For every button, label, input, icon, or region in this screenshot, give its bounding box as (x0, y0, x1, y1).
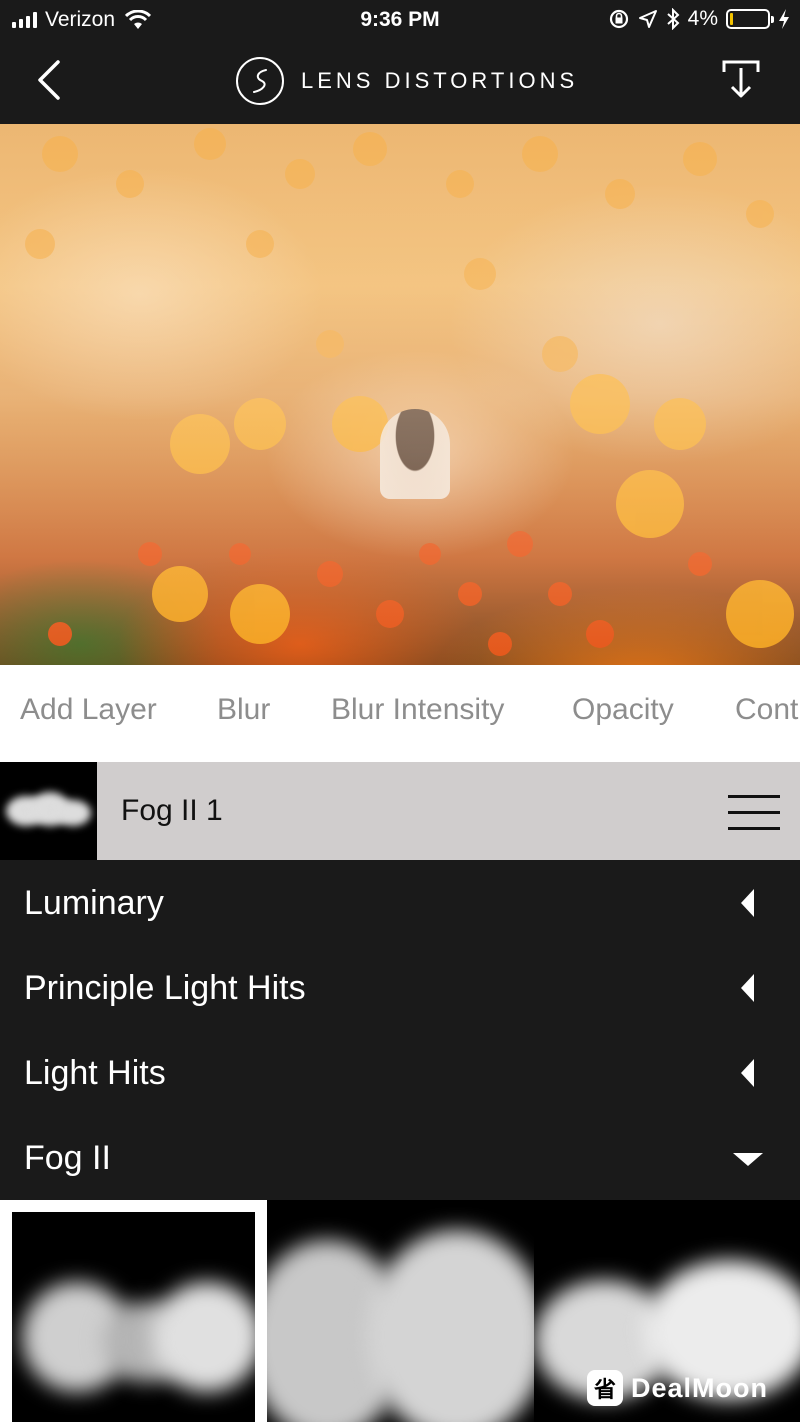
orientation-lock-icon (609, 9, 628, 29)
watermark-text: DealMoon (631, 1372, 769, 1403)
tab-opacity[interactable]: Opacity (572, 693, 674, 727)
expanded-arrow-icon (733, 1153, 763, 1166)
hamburger-menu-icon[interactable] (728, 795, 780, 831)
category-list: Luminary Principle Light Hits Light Hits… (0, 860, 800, 1200)
fog-preset-1[interactable] (0, 1200, 267, 1422)
collapsed-arrow-icon (741, 889, 754, 917)
bluetooth-icon (666, 8, 680, 30)
tab-add-layer[interactable]: Add Layer (20, 693, 157, 727)
active-layer-row[interactable]: Fog II 1 (0, 762, 800, 860)
edited-photo[interactable] (0, 124, 800, 665)
status-bar: Verizon 9:36 PM 4% (0, 0, 800, 40)
category-luminary[interactable]: Luminary (0, 860, 800, 945)
layer-name: Fog II 1 (121, 794, 223, 827)
battery-icon (726, 9, 774, 29)
layer-thumbnail (0, 762, 97, 860)
category-label: Luminary (24, 884, 164, 922)
app-title: LENS DISTORTIONS (301, 68, 579, 93)
category-light-hits[interactable]: Light Hits (0, 1030, 800, 1115)
dealmoon-logo-icon: 省 (587, 1370, 623, 1406)
fog-preset-2[interactable] (267, 1200, 534, 1422)
tab-contrast[interactable]: Cont (735, 693, 798, 727)
fog-overlay (0, 124, 800, 665)
category-label: Fog II (24, 1139, 111, 1177)
tool-tabs: Add Layer Blur Blur Intensity Opacity Co… (0, 665, 800, 762)
dealmoon-watermark: 省 DealMoon (587, 1370, 768, 1406)
location-icon (638, 10, 657, 28)
back-chevron-icon[interactable] (28, 58, 72, 102)
collapsed-arrow-icon (741, 974, 754, 1002)
category-label: Principle Light Hits (24, 969, 306, 1007)
brand: LENS DISTORTIONS (235, 56, 578, 106)
collapsed-arrow-icon (741, 1059, 754, 1087)
tab-blur-intensity[interactable]: Blur Intensity (331, 693, 504, 727)
lens-distortions-logo (236, 57, 284, 105)
category-principle-light-hits[interactable]: Principle Light Hits (0, 945, 800, 1030)
status-right: 4% (608, 7, 790, 31)
nav-bar: LENS DISTORTIONS (0, 40, 800, 124)
charging-icon (779, 9, 789, 29)
battery-percent: 4% (687, 7, 718, 30)
download-icon[interactable] (718, 56, 764, 102)
category-label: Light Hits (24, 1054, 166, 1092)
tab-blur[interactable]: Blur (217, 693, 270, 727)
category-fog-ii[interactable]: Fog II (0, 1115, 800, 1200)
